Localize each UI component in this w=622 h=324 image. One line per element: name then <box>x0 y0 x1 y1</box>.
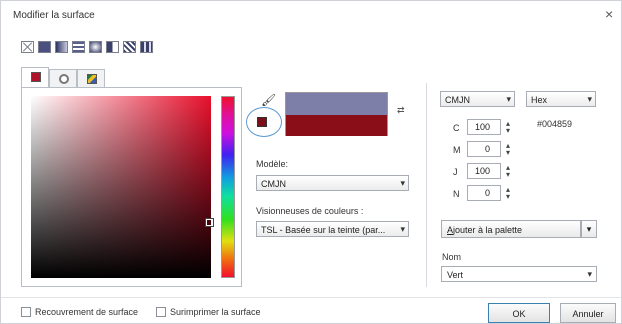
hue-slider[interactable] <box>221 96 235 278</box>
channel-j-label: J <box>453 167 458 177</box>
fill-type-toolbar <box>21 41 153 55</box>
add-to-palette-label: jouter à la palette <box>453 225 523 235</box>
color-preview <box>285 92 388 136</box>
color-picker-panel <box>21 87 242 287</box>
name-label: Nom <box>442 252 462 262</box>
checkbox-box[interactable] <box>21 307 31 317</box>
checkbox-box[interactable] <box>156 307 166 317</box>
color-saturation-area[interactable] <box>31 96 214 278</box>
color-marker[interactable] <box>205 218 214 227</box>
new-color-swatch <box>286 93 387 115</box>
color-harmony-tab[interactable] <box>49 69 77 87</box>
title-bar: Modifier la surface × <box>1 1 621 27</box>
channel-m-stepper[interactable]: ▴ ▾ <box>504 142 512 157</box>
color-mode-select[interactable]: CMJN <box>440 91 515 107</box>
channel-m-input[interactable]: 0 <box>467 141 501 157</box>
channel-n-label: N <box>453 189 460 199</box>
channel-j-input[interactable]: 100 <box>467 163 501 179</box>
overlay-fill-checkbox[interactable]: Recouvrement de surface <box>21 307 138 317</box>
dialog-title: Modifier la surface <box>13 10 95 21</box>
hex-value: #004859 <box>537 119 573 129</box>
color-model-tab[interactable] <box>21 67 49 87</box>
reference-color-swatch[interactable] <box>257 117 267 127</box>
viewers-label: Visionneuses de couleurs : <box>256 206 364 216</box>
model-select[interactable]: CMJN <box>256 175 409 191</box>
old-color-swatch <box>286 115 387 136</box>
eyedropper-icon[interactable]: 🖌 <box>261 93 276 107</box>
channel-m-label: M <box>453 145 461 155</box>
close-icon[interactable]: × <box>605 6 613 22</box>
modify-fill-dialog: Modifier la surface × 🖌 ⇄ Modèle: CMJN V… <box>0 0 622 324</box>
color-name-combobox[interactable]: Vert <box>441 266 597 282</box>
postscript-fill-icon[interactable] <box>140 41 153 53</box>
color-wheel-icon <box>59 74 69 84</box>
color-palette-tab[interactable] <box>77 69 105 87</box>
vector-pattern-icon[interactable] <box>72 41 85 53</box>
value-format-select[interactable]: Hex <box>526 91 596 107</box>
divider <box>426 83 427 287</box>
channel-n-input[interactable]: 0 <box>467 185 501 201</box>
swap-colors-icon[interactable]: ⇄ <box>397 105 405 116</box>
uniform-fill-icon[interactable] <box>38 41 51 53</box>
color-palette-icon <box>87 74 97 84</box>
channel-c-input[interactable]: 100 <box>467 119 501 135</box>
channel-c-label: C <box>453 123 460 133</box>
none-fill-icon[interactable] <box>21 41 34 53</box>
channel-c-stepper[interactable]: ▴ ▾ <box>504 120 512 135</box>
overprint-fill-checkbox[interactable]: Surimprimer la surface <box>156 307 261 317</box>
add-to-palette-dropdown[interactable]: ▾ <box>581 220 597 238</box>
viewers-select[interactable]: TSL - Basée sur la teinte (par... <box>256 221 409 237</box>
cancel-button[interactable]: Annuler <box>560 303 616 323</box>
fountain-fill-icon[interactable] <box>55 41 68 53</box>
color-model-icon <box>31 72 41 82</box>
ok-button[interactable]: OK <box>488 303 550 323</box>
overlay-fill-label: Recouvrement de surface <box>35 307 139 317</box>
add-to-palette-button[interactable]: Ajouter à la palette <box>441 220 581 238</box>
picker-tabs <box>21 67 105 87</box>
footer-divider <box>1 297 621 298</box>
two-color-pattern-icon[interactable] <box>106 41 119 53</box>
texture-fill-icon[interactable] <box>123 41 136 53</box>
channel-j-stepper[interactable]: ▴ ▾ <box>504 164 512 179</box>
channel-n-stepper[interactable]: ▴ ▾ <box>504 186 512 201</box>
bitmap-pattern-icon[interactable] <box>89 41 102 53</box>
model-label: Modèle: <box>256 159 289 169</box>
overprint-fill-label: Surimprimer la surface <box>170 307 261 317</box>
